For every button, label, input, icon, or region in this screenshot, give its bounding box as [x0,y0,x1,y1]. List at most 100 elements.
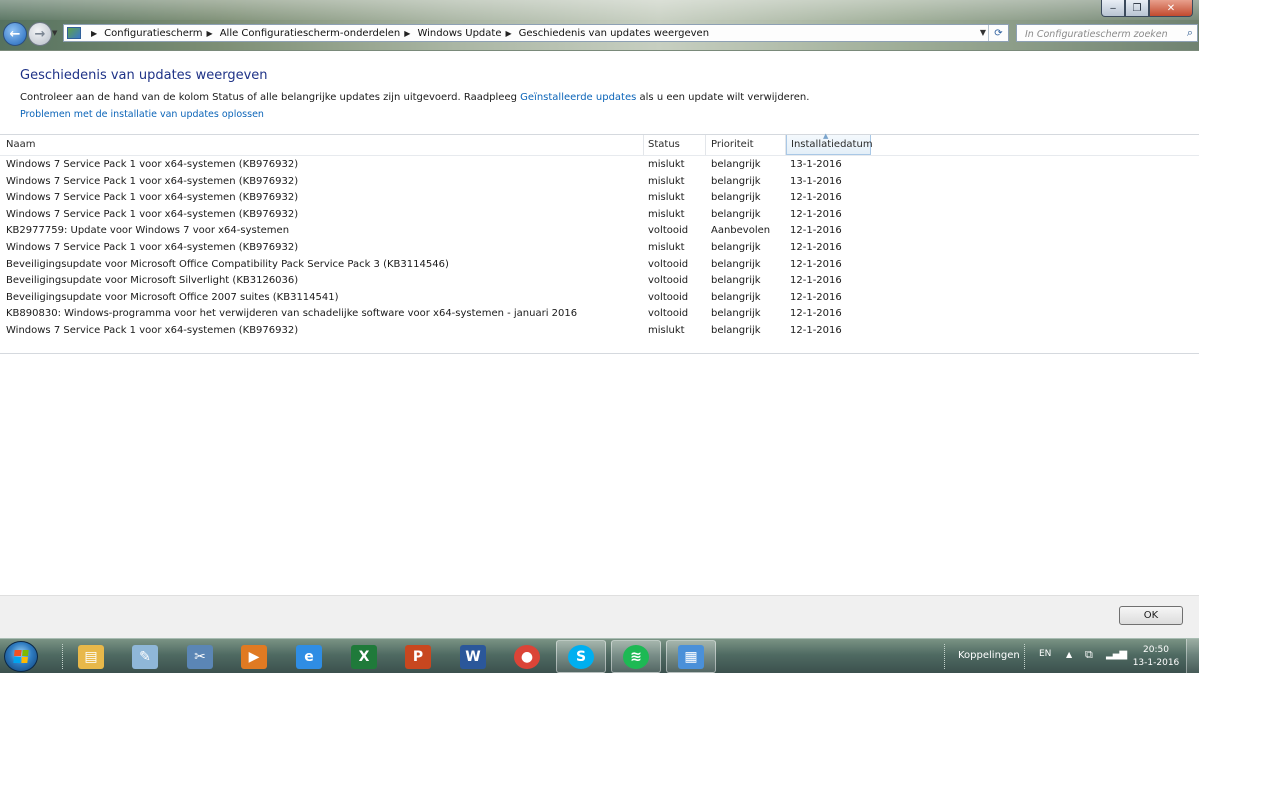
cell-priority: belangrijk [711,175,761,187]
cell-date: 12-1-2016 [790,308,842,320]
taskbar-app-button[interactable]: ▦ [666,640,716,673]
close-button[interactable]: ✕ [1149,0,1193,17]
breadcrumb-windows-update[interactable]: Windows Update [417,28,501,39]
taskbar-app-button[interactable]: S [556,640,606,673]
desktop-screen: ‒ ❐ ✕ ← → ▼ ▶ Configuratiescherm ▶ Alle … [0,0,1199,673]
taskbar-app-button[interactable]: ✂ [175,640,225,673]
intro-text-end: als u een update wilt verwijderen. [636,92,810,103]
column-header-install-date[interactable]: ▲ Installatiedatum [786,132,873,155]
taskbar-app-button[interactable]: X [339,640,389,673]
forward-button[interactable]: → [28,22,52,46]
table-row[interactable]: KB2977759: Update voor Windows 7 voor x6… [0,223,1199,240]
cell-status: mislukt [648,175,685,187]
clock[interactable]: 20:50 13-1-2016 [1128,644,1184,670]
chevron-right-icon[interactable]: ▶ [207,29,213,38]
cell-priority: belangrijk [711,325,761,336]
cell-name: Windows 7 Service Pack 1 voor x64-system… [6,159,299,170]
action-center-icon[interactable]: ⧉ [1085,648,1093,662]
back-button[interactable]: ← [3,22,27,46]
taskbar-app-button[interactable]: ✎ [120,640,170,673]
table-row[interactable]: Windows 7 Service Pack 1 voor x64-system… [0,240,1199,257]
cell-status: voltooid [648,258,689,270]
start-button[interactable] [4,641,38,672]
cell-status: mislukt [648,192,685,204]
chevron-right-icon[interactable]: ▶ [91,29,97,38]
taskbar-app-button[interactable]: P [393,640,443,673]
cell-date: 13-1-2016 [790,159,842,170]
internet-explorer-icon: e [296,644,322,669]
show-desktop-button[interactable] [1186,639,1199,673]
table-row[interactable]: Beveiligingsupdate voor Microsoft Silver… [0,273,1199,290]
cell-status: mislukt [648,242,685,253]
breadcrumb-all-items[interactable]: Alle Configuratiescherm-onderdelen [220,28,401,39]
taskbar-grip[interactable] [1024,644,1028,669]
cell-date: 12-1-2016 [790,242,842,253]
clock-time: 20:50 [1143,645,1169,655]
clock-date: 13-1-2016 [1132,658,1180,668]
search-box[interactable]: ⌕ [1016,24,1198,42]
breadcrumb-update-history[interactable]: Geschiedenis van updates weergeven [519,28,709,39]
ok-button[interactable]: OK [1119,606,1183,625]
refresh-icon[interactable]: ⟳ [988,25,1008,41]
column-header-priority[interactable]: Prioriteit [706,135,786,155]
table-row[interactable]: Beveiligingsupdate voor Microsoft Office… [0,257,1199,274]
page-title: Geschiedenis van updates weergeven [20,68,268,83]
troubleshoot-link[interactable]: Problemen met de installatie van updates… [20,109,264,120]
cell-priority: Aanbevolen [711,225,771,237]
breadcrumb-control-panel[interactable]: Configuratiescherm [104,28,202,39]
cell-status: mislukt [648,208,685,220]
minimize-button[interactable]: ‒ [1101,0,1125,17]
cell-priority: belangrijk [711,308,761,320]
search-input[interactable] [1023,26,1177,42]
network-signal-icon[interactable]: ▂▄▆ [1106,649,1127,660]
cell-status: voltooid [648,225,689,237]
taskbar-app-button[interactable]: ≋ [611,640,661,673]
cell-date: 12-1-2016 [790,325,842,336]
taskbar-app-button[interactable]: ● [502,640,552,673]
taskbar-app-button[interactable]: ▶ [229,640,279,673]
recent-pages-dropdown-icon[interactable]: ▼ [52,29,57,37]
table-row[interactable]: Windows 7 Service Pack 1 voor x64-system… [0,174,1199,191]
table-row[interactable]: Windows 7 Service Pack 1 voor x64-system… [0,157,1199,174]
cell-date: 13-1-2016 [790,175,842,187]
cell-name: Windows 7 Service Pack 1 voor x64-system… [6,175,299,187]
address-bar[interactable]: ▶ Configuratiescherm ▶ Alle Configuratie… [63,24,1009,42]
cell-priority: belangrijk [711,242,761,253]
language-indicator[interactable]: EN [1039,649,1051,659]
table-row[interactable]: Windows 7 Service Pack 1 voor x64-system… [0,323,1199,340]
taskbar-app-button[interactable]: ▤ [66,640,116,673]
cell-date: 12-1-2016 [790,208,842,220]
column-header-status[interactable]: Status [644,135,706,155]
show-hidden-icons-icon[interactable]: ▲ [1066,650,1072,659]
taskbar-app-button[interactable]: W [448,640,498,673]
chevron-right-icon[interactable]: ▶ [404,29,410,38]
cell-name: Windows 7 Service Pack 1 voor x64-system… [6,192,299,204]
table-row[interactable]: Windows 7 Service Pack 1 voor x64-system… [0,190,1199,207]
links-toolbar[interactable]: Koppelingen [958,650,1020,661]
cell-date: 12-1-2016 [790,291,842,303]
table-row[interactable]: Windows 7 Service Pack 1 voor x64-system… [0,207,1199,224]
cell-date: 12-1-2016 [790,225,842,237]
powerpoint-icon: P [405,644,431,669]
chrome-sheen [0,0,1199,20]
taskbar-grip[interactable] [944,644,948,669]
address-dropdown-icon[interactable]: ▼ [980,28,986,37]
cell-name: KB890830: Windows-programma voor het ver… [6,308,578,320]
cell-name: Beveiligingsupdate voor Microsoft Office… [6,291,339,303]
chrome-icon: ● [514,644,540,669]
media-player-icon: ▶ [241,644,267,669]
search-icon[interactable]: ⌕ [1187,26,1193,40]
dialog-footer: OK [0,595,1199,639]
notepad-icon: ✎ [132,644,158,669]
taskbar-app-button[interactable]: e [284,640,334,673]
excel-icon: X [351,644,377,669]
cell-priority: belangrijk [711,208,761,220]
chevron-right-icon[interactable]: ▶ [505,29,511,38]
tools-icon: ✂ [187,644,213,669]
column-header-name[interactable]: Naam [0,135,644,155]
maximize-button[interactable]: ❐ [1125,0,1149,17]
table-row[interactable]: KB890830: Windows-programma voor het ver… [0,306,1199,323]
installed-updates-link[interactable]: Geïnstalleerde updates [520,92,636,103]
cell-priority: belangrijk [711,159,761,170]
table-row[interactable]: Beveiligingsupdate voor Microsoft Office… [0,290,1199,307]
